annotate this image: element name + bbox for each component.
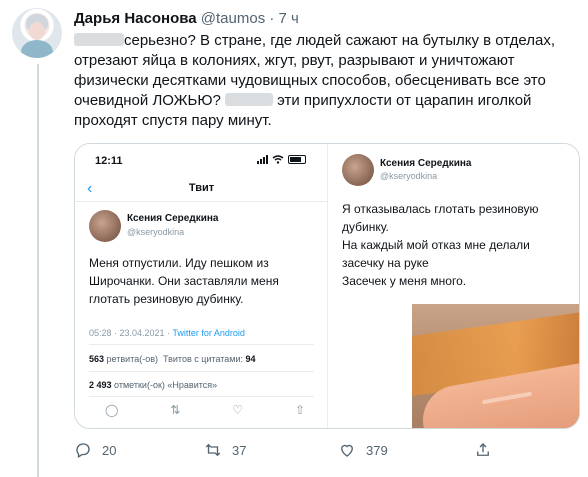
- author-avatar[interactable]: [12, 8, 62, 58]
- tweet-line-1: серьезно? В стране, где людей сажают на …: [124, 32, 556, 49]
- right-line-1: Я отказывалась глотать резиновую: [342, 202, 539, 216]
- retweets-label: ретвита(-ов): [106, 354, 158, 364]
- wifi-icon: [272, 155, 284, 164]
- share-icon: [477, 443, 489, 456]
- status-time: 12:11: [95, 155, 123, 167]
- quoted-line-2: Широчанки. Они заставляли меня: [89, 274, 279, 288]
- likes-count: 2 493: [89, 380, 112, 390]
- retweet-icon: [205, 443, 221, 457]
- author-name[interactable]: Дарья Насонова: [74, 10, 197, 27]
- tweet-line-4b: эти припухлости от царапин иголкой: [277, 92, 532, 109]
- phone-status-bar: 12:11: [95, 155, 320, 167]
- tweet-time[interactable]: 7 ч: [279, 10, 299, 27]
- stats-divider-mid: [89, 371, 314, 372]
- stats-divider-bottom: [89, 396, 314, 397]
- tweet-text: серьезно? В стране, где людей сажают на …: [74, 31, 580, 131]
- avatar-face: [29, 22, 45, 40]
- screenshot-left[interactable]: 12:11 ‹ Твит Ксения Середкина @kseryodki…: [75, 144, 328, 428]
- tweet-line-4a: очевидной ЛОЖЬЮ?: [74, 92, 221, 109]
- quoted-meta: 05:28 · 23.04.2021 · Twitter for Android: [89, 328, 245, 338]
- right-line-5: Засечек у меня много.: [342, 274, 467, 288]
- like-icon: ♡: [232, 403, 244, 417]
- heart-icon: [341, 444, 353, 457]
- arm-photo[interactable]: [412, 304, 579, 428]
- right-line-3: На каждый мой отказ мне делали: [342, 238, 530, 252]
- quoted-name: Ксения Середкина: [127, 213, 219, 224]
- tweet-line-2: отрезают яйца в колониях, жгут, рвут, ра…: [74, 52, 515, 69]
- likes-label: отметки(-ок) «Нравится»: [114, 380, 218, 390]
- quoted-avatar-right: [342, 154, 374, 186]
- quoted-line-1: Меня отпустили. Иду пешком из: [89, 256, 269, 270]
- stats-divider-top: [89, 344, 314, 345]
- redacted-text: [225, 93, 273, 106]
- quoted-avatar: [89, 210, 121, 242]
- quoted-line-3: глотать резиновую дубинку.: [89, 292, 244, 306]
- screenshot-right[interactable]: Ксения Середкина @kseryodkina Я отказыва…: [328, 144, 579, 428]
- retweet-button[interactable]: 37: [204, 441, 246, 459]
- retweet-icon: ⇅: [170, 403, 181, 417]
- redacted-mention: [74, 33, 124, 46]
- quoted-actions: ◯ ⇅ ♡ ⇧: [105, 403, 305, 417]
- retweets-count: 563: [89, 354, 105, 364]
- tweet-line-5: проходят спустя пару минут.: [74, 112, 272, 129]
- reply-count: 20: [102, 442, 117, 458]
- dot-separator: ·: [269, 10, 279, 27]
- right-line-2: дубинку.: [342, 220, 389, 234]
- avatar-body: [21, 40, 53, 58]
- screenshot-nav-title: Твит: [188, 182, 215, 194]
- share-button[interactable]: [474, 441, 492, 459]
- quoted-name-right: Ксения Середкина: [380, 158, 472, 169]
- share-icon: ⇧: [294, 403, 305, 417]
- quoted-handle-right: @kseryodkina: [380, 171, 438, 181]
- like-button[interactable]: 379: [338, 441, 388, 459]
- battery-icon: [288, 155, 306, 164]
- quoted-timestamp: 05:28 · 23.04.2021 ·: [89, 328, 173, 338]
- signal-icon: [257, 155, 268, 164]
- reply-button[interactable]: 20: [74, 441, 116, 459]
- quoted-handle: @kseryodkina: [127, 227, 185, 237]
- tweet-media[interactable]: 12:11 ‹ Твит Ксения Середкина @kseryodki…: [74, 143, 580, 429]
- quotes-count: 94: [245, 354, 256, 364]
- tweet-header: Дарья Насонова @taumos · 7 ч: [74, 10, 299, 27]
- quotes-label: Твитов с цитатами:: [163, 354, 243, 364]
- quoted-text: Меня отпустили. Иду пешком из Широчанки.…: [89, 254, 319, 308]
- nav-divider: [75, 201, 328, 202]
- right-line-4: засечку на руке: [342, 256, 429, 270]
- reply-icon: ◯: [105, 403, 119, 417]
- quoted-source: Twitter for Android: [172, 328, 245, 338]
- reply-icon: [76, 443, 90, 458]
- tweet-line-3: физически десятками чудовищных способов,…: [74, 72, 546, 89]
- thread-line: [37, 64, 39, 477]
- retweet-count: 37: [232, 442, 247, 458]
- like-stats: 2 493 отметки(-ок) «Нравится»: [89, 380, 217, 390]
- retweet-stats: 563 ретвита(-ов) Твитов с цитатами: 94: [89, 354, 256, 364]
- tweet-actions: 20 37 379: [74, 441, 580, 461]
- author-handle[interactable]: @taumos: [201, 10, 265, 27]
- quoted-text-right: Я отказывалась глотать резиновую дубинку…: [342, 200, 574, 290]
- status-icons: [257, 155, 306, 164]
- like-count: 379: [366, 442, 388, 458]
